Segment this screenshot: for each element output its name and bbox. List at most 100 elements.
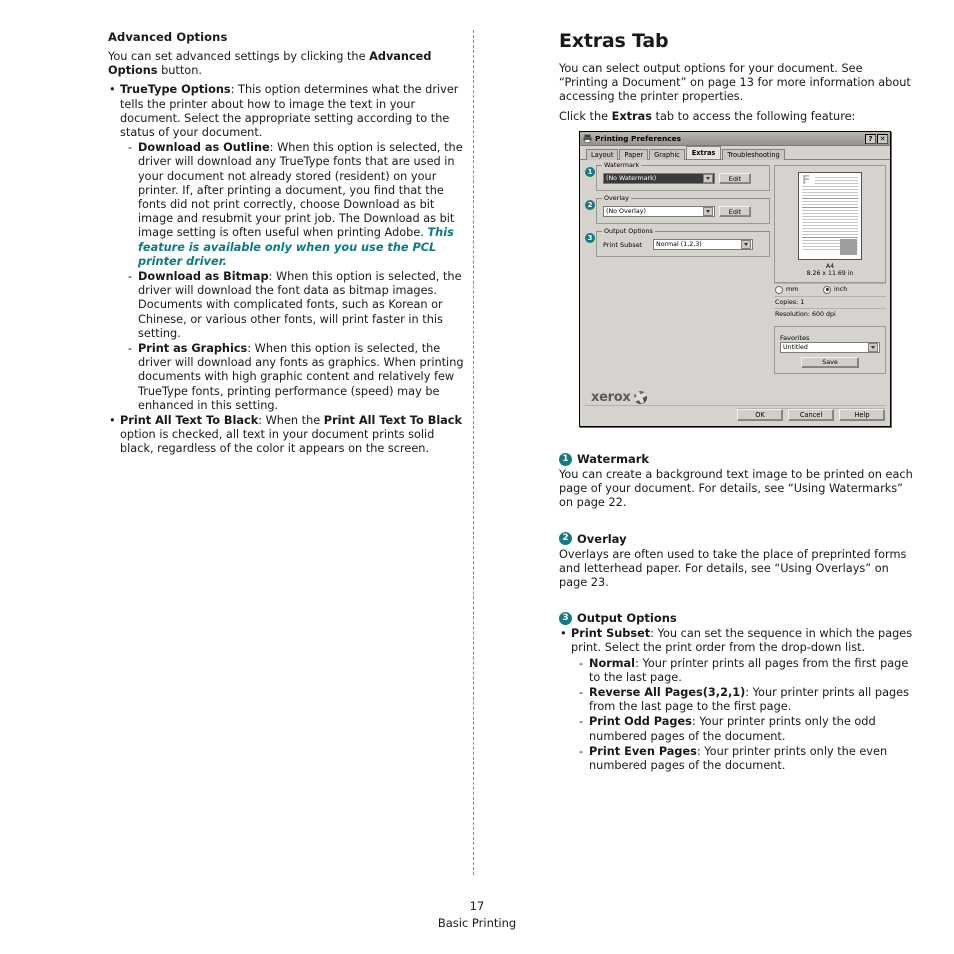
- tab-graphic[interactable]: Graphic: [649, 149, 685, 160]
- overlay-select[interactable]: (No Overlay): [603, 206, 715, 217]
- unit-mm-radio[interactable]: [775, 285, 783, 294]
- chevron-down-icon[interactable]: [703, 174, 713, 183]
- watermark-value: (No Watermark): [606, 175, 657, 182]
- unit-inch-radio[interactable]: [823, 285, 831, 294]
- watermark-select[interactable]: (No Watermark): [603, 173, 715, 184]
- callout-body-watermark: You can create a background text image t…: [559, 468, 913, 510]
- printing-preferences-dialog[interactable]: Printing Preferences ? ✕ Layout Paper Gr…: [579, 131, 891, 427]
- dialog-footer: xerox OK Cancel Help: [580, 385, 890, 426]
- output-options-group-title: Output Options: [602, 227, 655, 235]
- right-column: Extras Tab You can select output options…: [559, 30, 914, 129]
- bullet-text-b: option is checked, all text in your docu…: [120, 428, 435, 456]
- extras-click-instruction: Click the Extras tab to access the follo…: [559, 110, 914, 124]
- overlay-edit-button[interactable]: Edit: [719, 206, 751, 217]
- favorites-group: Favorites Untitled Save: [774, 325, 886, 374]
- dialog-body: 1 Watermark (No Watermark) Edit 2 Overla…: [580, 160, 890, 398]
- intro-text-a: You can set advanced settings by clickin…: [108, 50, 370, 63]
- bullet-print-all-text-to-black: • Print All Text To Black: When the Print…: [108, 414, 470, 457]
- subitem-term: Print as Graphics: [138, 342, 248, 356]
- overlay-callout-badge: 2: [585, 200, 595, 210]
- callout-badge-3: 3: [559, 611, 572, 625]
- click-text-pre: Click the: [559, 109, 612, 123]
- callout-title-watermark: Watermark: [577, 452, 650, 466]
- chevron-down-icon[interactable]: [868, 342, 878, 352]
- chapter-name: Basic Printing: [437, 916, 517, 930]
- print-preview-panel: F A4 8.26 x 11.69 in: [774, 165, 886, 283]
- subitem-reverse-all-pages: - Reverse All Pages(3,2,1): Your printer …: [577, 686, 914, 714]
- click-text-post: tab to access the following feature:: [651, 109, 856, 123]
- page-preview-thumbnail: F: [798, 172, 862, 260]
- page-title: Extras Tab: [559, 30, 669, 52]
- ok-button[interactable]: OK: [737, 409, 783, 421]
- watermark-row: (No Watermark) Edit: [603, 173, 763, 184]
- bullet-marker: •: [560, 627, 567, 641]
- subitem-term: Normal: [589, 656, 636, 670]
- tab-extras[interactable]: Extras: [685, 146, 722, 159]
- chevron-down-icon[interactable]: [703, 207, 713, 216]
- dash-marker: -: [579, 686, 584, 700]
- callout-body-overlay: Overlays are often used to take the plac…: [559, 547, 907, 590]
- cancel-button[interactable]: Cancel: [788, 409, 834, 421]
- page-footer: 17 Basic Printing: [0, 898, 954, 932]
- print-subset-row: Print Subset Normal (1,2,3): [603, 239, 763, 250]
- overlay-row: (No Overlay) Edit: [603, 206, 763, 217]
- dialog-title: Printing Preferences: [595, 134, 682, 143]
- dash-marker: -: [128, 141, 133, 155]
- unit-inch-label: inch: [834, 286, 848, 294]
- footer-divider: [584, 405, 886, 406]
- bullet-term-inline: Print All Text To Black: [323, 414, 463, 428]
- subitem-term: Reverse All Pages(3,2,1): [589, 686, 746, 700]
- callout-title-output-options: Output Options: [577, 611, 677, 626]
- print-subset-value: Normal (1,2,3): [656, 241, 702, 248]
- bullet-truetype-options: • TrueType Options: This option determine…: [108, 83, 470, 140]
- subitem-download-as-outline: - Download as Outline: When this option i…: [126, 141, 470, 269]
- dash-marker: -: [128, 342, 133, 356]
- intro-text-b: button.: [157, 64, 202, 78]
- dialog-tabstrip[interactable]: Layout Paper Graphic Extras Troubleshoot…: [580, 146, 890, 160]
- help-button[interactable]: Help: [839, 409, 885, 421]
- tab-troubleshooting[interactable]: Troubleshooting: [722, 149, 785, 160]
- subitem-text: : Your printer prints all pages from the…: [589, 656, 909, 684]
- copies-info: Copies: 1: [774, 295, 886, 308]
- dash-marker: -: [128, 270, 133, 284]
- subitem-print-odd-pages: - Print Odd Pages: Your printer prints on…: [577, 715, 914, 743]
- callout-heading-output-options: 3 Output Options: [559, 611, 914, 625]
- preview-image-block: [840, 239, 857, 255]
- overlay-group-title: Overlay: [602, 194, 631, 202]
- xerox-sphere-icon: [634, 391, 648, 404]
- page-number: 17: [469, 899, 485, 913]
- watermark-callout-badge: 1: [585, 167, 595, 177]
- favorites-save-button[interactable]: Save: [801, 356, 859, 368]
- subitem-term: Download as Bitmap: [138, 270, 269, 284]
- callout-title-overlay: Overlay: [577, 531, 627, 546]
- close-icon[interactable]: ✕: [877, 133, 888, 144]
- dialog-left-pane: 1 Watermark (No Watermark) Edit 2 Overla…: [585, 162, 770, 398]
- favorites-select[interactable]: Untitled: [780, 341, 880, 353]
- help-titlebar-button[interactable]: ?: [865, 133, 876, 144]
- tab-paper[interactable]: Paper: [619, 149, 649, 160]
- column-divider: [473, 30, 474, 875]
- resolution-info: Resolution: 600 dpi: [774, 307, 886, 320]
- tab-layout[interactable]: Layout: [586, 149, 619, 160]
- watermark-edit-button[interactable]: Edit: [719, 173, 751, 184]
- dialog-titlebar[interactable]: Printing Preferences ? ✕: [580, 132, 890, 146]
- favorites-group-title: Favorites: [780, 333, 810, 342]
- output-options-group: Output Options Print Subset Normal (1,2,…: [596, 227, 770, 257]
- overlay-value: (No Overlay): [606, 208, 646, 215]
- click-bold: Extras: [611, 109, 652, 123]
- bullet-marker: •: [109, 414, 116, 428]
- right-column-callouts: 1 Watermark You can create a background …: [559, 452, 914, 774]
- paper-size: 8.26 x 11.69 in: [806, 270, 854, 278]
- bullet-marker: •: [109, 83, 116, 97]
- bullet-text-a: : When the: [258, 414, 324, 428]
- print-subset-select[interactable]: Normal (1,2,3): [653, 239, 753, 250]
- subitem-term: Download as Outline: [138, 141, 270, 155]
- unit-radio-row[interactable]: mm inch: [774, 282, 886, 296]
- subitem-term: Print Even Pages: [589, 744, 697, 758]
- unit-mm-label: mm: [786, 286, 799, 294]
- chevron-down-icon[interactable]: [741, 240, 751, 249]
- subitem-normal: - Normal: Your printer prints all pages f…: [577, 657, 914, 685]
- dash-marker: -: [579, 744, 584, 758]
- paper-name: A4: [825, 263, 835, 270]
- left-column: Advanced Options You can set advanced se…: [108, 30, 470, 458]
